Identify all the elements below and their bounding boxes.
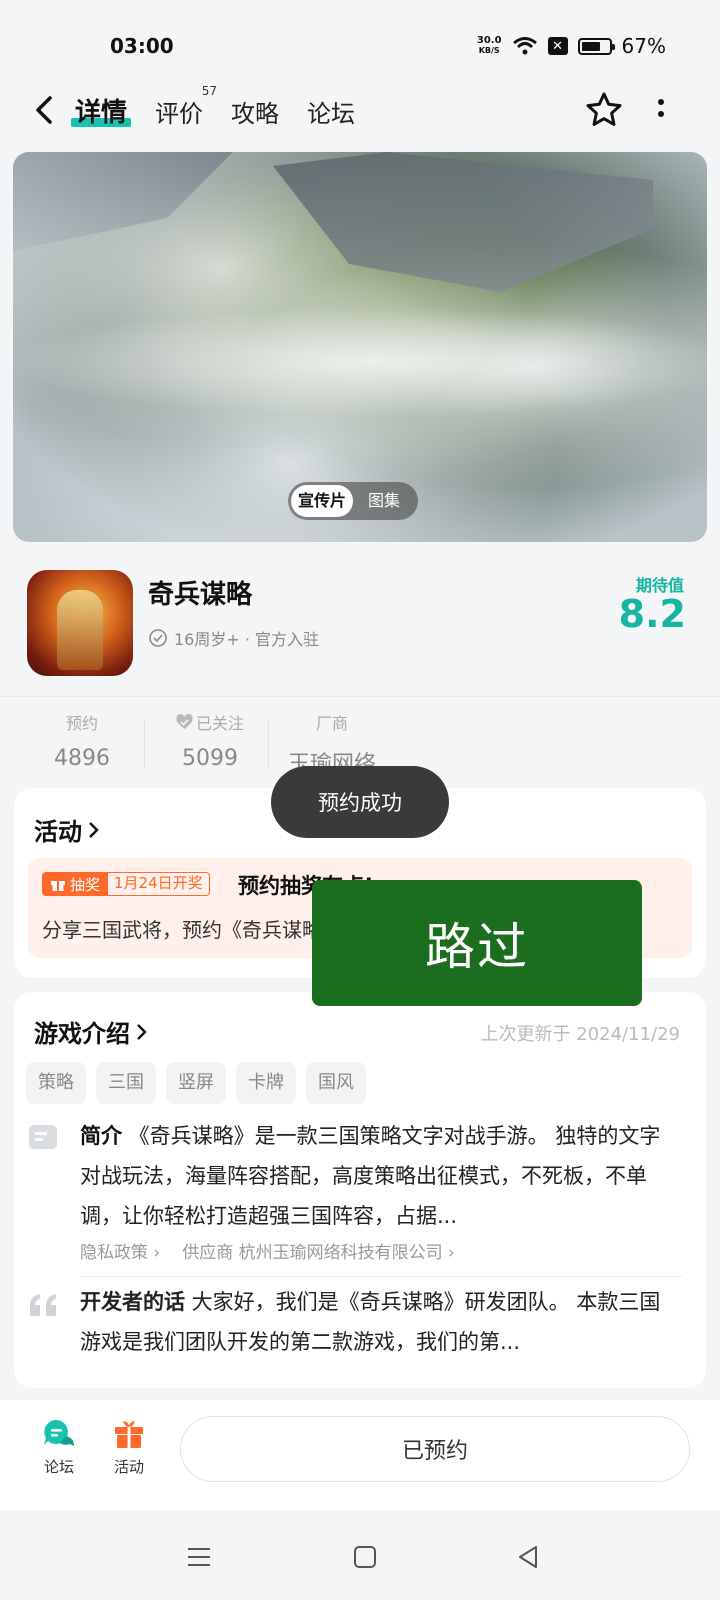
more-vertical-icon[interactable] <box>654 96 668 126</box>
tab-details[interactable]: 详情 <box>70 92 132 129</box>
back-arrow-icon[interactable] <box>30 92 60 128</box>
tab-forum[interactable]: 论坛 <box>307 94 355 129</box>
tag-list: 策略 三国 竖屏 卡牌 国风 <box>26 1062 366 1104</box>
privacy-policy-link[interactable]: 隐私政策 › <box>80 1238 160 1263</box>
stat-separator <box>144 720 145 768</box>
draw-date: 1月24日开奖 <box>108 872 210 896</box>
reservation-success-toast: 预约成功 <box>271 766 449 838</box>
last-updated: 上次更新于 2024/11/29 <box>480 1024 680 1045</box>
reserved-button[interactable]: 已预约 <box>180 1416 690 1482</box>
bottom-action-bar: 论坛 活动 已预约 <box>0 1400 720 1510</box>
heart-check-icon <box>176 714 193 729</box>
star-icon[interactable] <box>584 90 624 130</box>
expectation-score: 8.2 <box>618 592 686 636</box>
quote-icon <box>30 1294 56 1316</box>
wifi-icon <box>512 37 537 55</box>
game-app-icon <box>27 570 133 676</box>
intro-summary[interactable]: 简介 《奇兵谋略》是一款三国策略文字对战手游。 独特的文字对战玩法，海量阵容搭配… <box>80 1116 680 1236</box>
lottery-badge: 抽奖 <box>42 872 109 896</box>
game-intro-card: 游戏介绍 上次更新于 2024/11/29 策略 三国 竖屏 卡牌 国风 简介 … <box>14 992 706 1388</box>
tab-guides[interactable]: 攻略 <box>231 94 279 129</box>
stat-separator <box>268 720 269 768</box>
forum-chat-icon <box>44 1420 74 1446</box>
intro-header[interactable]: 游戏介绍 <box>34 1014 148 1049</box>
mountain-ridge <box>273 152 653 292</box>
verified-check-icon <box>149 629 167 647</box>
lottery-tag: 抽奖 1月24日开奖 <box>42 872 210 896</box>
stat-reservations: 预约 4896 <box>54 714 110 771</box>
divider <box>0 696 720 697</box>
status-time: 03:00 <box>110 34 174 58</box>
media-toggle: 宣传片 图集 <box>288 482 418 520</box>
mist <box>13 302 707 422</box>
chevron-right-icon <box>89 821 99 838</box>
tab-reviews[interactable]: 评价 57 <box>155 84 217 129</box>
tab-bar: 详情 评价 57 攻略 论坛 <box>70 84 355 129</box>
tab-reviews-label: 评价 <box>155 100 204 128</box>
age-official-label: 16周岁+ · 官方入驻 <box>174 630 320 649</box>
supplier-link[interactable]: 供应商 杭州玉瑜网络科技有限公司 › <box>182 1238 455 1263</box>
developer-note[interactable]: 开发者的话 大家好，我们是《奇兵谋略》研发团队。 本款三国游戏是我们团队开发的第… <box>80 1282 680 1362</box>
pass-overlay: 路过 <box>312 880 642 1006</box>
tag-item[interactable]: 卡牌 <box>236 1062 296 1104</box>
no-sim-icon: ✕ <box>547 37 568 55</box>
intro-links: 隐私政策 › 供应商 杭州玉瑜网络科技有限公司 › <box>80 1238 455 1263</box>
tag-item[interactable]: 三国 <box>96 1062 156 1104</box>
game-title: 奇兵谋略 <box>148 580 253 610</box>
home-icon[interactable] <box>350 1542 380 1572</box>
system-nav-bar <box>0 1520 720 1600</box>
toggle-video[interactable]: 宣传片 <box>291 485 353 517</box>
back-triangle-icon[interactable] <box>514 1542 544 1572</box>
divider <box>80 1276 682 1277</box>
net-speed: 30.0 KB/S <box>476 35 502 56</box>
menu-icon[interactable] <box>184 1542 214 1572</box>
battery-icon <box>577 37 615 55</box>
status-icons: 30.0 KB/S ✕ 67% <box>477 34 666 58</box>
mountain-ridge-left <box>13 152 233 251</box>
chevron-right-icon <box>137 1023 147 1040</box>
tag-item[interactable]: 国风 <box>306 1062 366 1104</box>
activity-button[interactable]: 活动 <box>94 1418 164 1477</box>
tag-item[interactable]: 策略 <box>26 1062 86 1104</box>
tag-item[interactable]: 竖屏 <box>166 1062 226 1104</box>
reviews-count-badge: 57 <box>201 84 218 98</box>
document-icon <box>29 1125 57 1149</box>
game-meta: 16周岁+ · 官方入驻 <box>148 626 319 650</box>
forum-button[interactable]: 论坛 <box>24 1418 94 1477</box>
gift-icon <box>51 881 65 891</box>
activity-header[interactable]: 活动 <box>34 812 100 847</box>
battery-percent: 67% <box>621 34 666 58</box>
stat-followers: 已关注 5099 <box>160 710 260 771</box>
gift-icon <box>115 1421 143 1448</box>
toggle-gallery[interactable]: 图集 <box>353 485 415 517</box>
